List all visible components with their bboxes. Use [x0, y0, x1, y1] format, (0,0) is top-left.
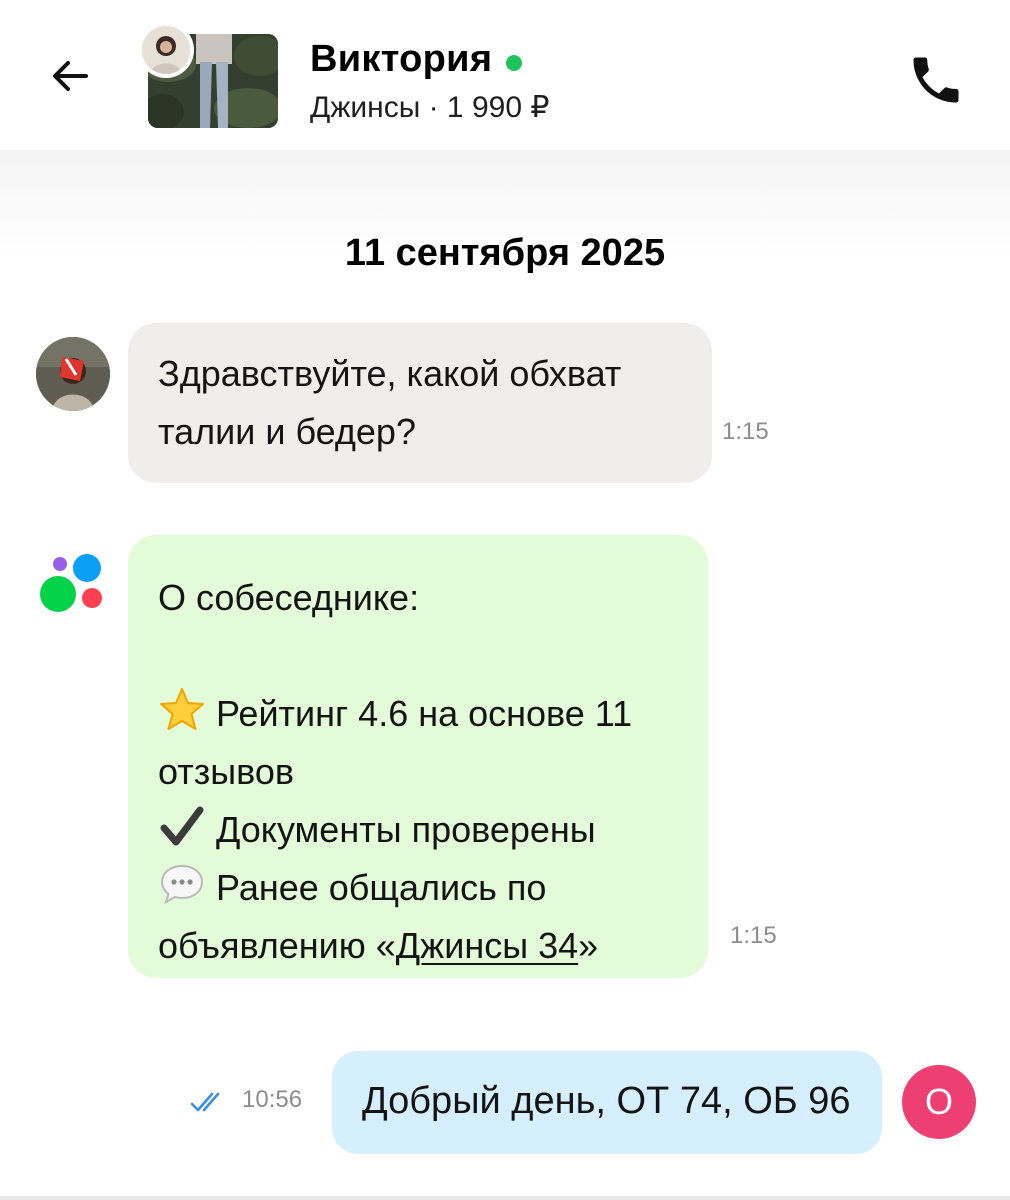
incoming-message-bubble[interactable]: Здравствуйте, какой обхват талии и бедер… — [128, 323, 712, 483]
own-avatar-letter: О — [924, 1081, 953, 1122]
system-message-bubble: О собеседнике: Рейтинг 4.6 на основе 11 … — [128, 535, 708, 978]
own-avatar[interactable]: О — [902, 1065, 976, 1139]
message-text-line: Здравствуйте, какой обхват — [158, 353, 622, 394]
previous-listing-link[interactable]: Джинсы 34 — [396, 925, 578, 966]
avito-logo-icon — [40, 554, 102, 612]
sender-photo — [36, 337, 110, 411]
message-text: Добрый день, ОТ 74, ОБ 96 — [362, 1080, 851, 1122]
checkmark-icon — [160, 806, 204, 846]
double-check-icon — [190, 1092, 220, 1112]
message-time: 1:15 — [722, 418, 769, 445]
seller-avatar[interactable] — [138, 22, 194, 78]
date-divider: 11 сентября 2025 — [344, 232, 666, 274]
sender-avatar[interactable] — [36, 337, 110, 411]
listing-subtitle[interactable]: Джинсы · 1 990 ₽ — [310, 90, 549, 125]
seller-name: Виктория — [310, 38, 493, 80]
phone-icon — [913, 57, 959, 103]
previous-chat-text: Ранее общались по — [216, 867, 547, 908]
previous-listing-prefix: объявлению « — [158, 925, 396, 966]
rating-text: Рейтинг 4.6 на основе 11 — [216, 693, 633, 734]
seller-photo — [142, 26, 190, 74]
message-time: 10:56 — [242, 1086, 303, 1113]
bottom-divider — [0, 1196, 1010, 1200]
arrow-left-icon — [53, 61, 88, 91]
call-button[interactable] — [900, 44, 972, 116]
online-status-indicator — [506, 54, 523, 71]
documents-text: Документы проверены — [216, 809, 596, 850]
previous-listing-line: объявлению «Джинсы 34» — [158, 917, 678, 975]
previous-chat-line: Ранее общались по — [158, 859, 678, 917]
message-time: 1:15 — [730, 922, 777, 949]
speech-bubble-icon — [160, 864, 204, 905]
previous-listing-suffix: » — [578, 925, 599, 966]
rating-line: Рейтинг 4.6 на основе 11 — [158, 685, 678, 743]
star-icon — [160, 688, 204, 730]
seller-name-row[interactable]: Виктория — [310, 38, 523, 81]
outgoing-message-bubble[interactable]: Добрый день, ОТ 74, ОБ 96 — [332, 1051, 882, 1154]
documents-line: Документы проверены — [158, 801, 678, 859]
back-button[interactable] — [42, 48, 98, 104]
about-title: О собеседнике: — [158, 577, 420, 618]
message-text-line: талии и бедер? — [158, 411, 416, 452]
chat-header: Виктория Джинсы · 1 990 ₽ — [0, 0, 1010, 150]
rating-line-continued: отзывов — [158, 751, 294, 792]
